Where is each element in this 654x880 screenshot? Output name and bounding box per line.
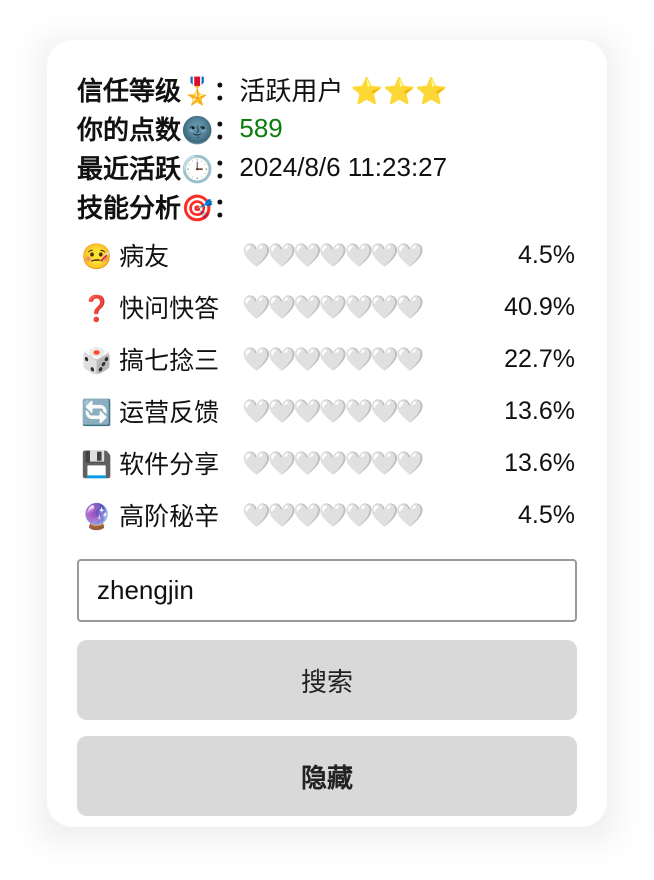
skill-name: 🤒 病友 — [81, 243, 170, 271]
heart-rating: 🤍🤍🤍🤍🤍🤍🤍 — [242, 397, 424, 424]
points-row: 你的点数🌚： 589 — [77, 109, 577, 148]
skill-row: 💾 软件分享 🤍🤍🤍🤍🤍🤍🤍 13.6% — [77, 437, 577, 489]
skill-row: ❓ 快问快答 🤍🤍🤍🤍🤍🤍🤍 40.9% — [77, 281, 577, 333]
skill-analysis-label: 技能分析🎯： — [77, 193, 240, 223]
skill-name: 💾 软件分享 — [81, 451, 220, 479]
dice-icon: 🎲 — [81, 347, 113, 375]
crystal-ball-icon: 🔮 — [81, 503, 113, 531]
heart-rating: 🤍🤍🤍🤍🤍🤍🤍 — [242, 449, 424, 476]
skill-name: 🔄 运营反馈 — [81, 399, 220, 427]
points-label: 你的点数🌚： — [77, 115, 240, 145]
heart-rating: 🤍🤍🤍🤍🤍🤍🤍 — [242, 293, 424, 320]
floppy-disk-icon: 💾 — [81, 451, 113, 479]
trust-level-label: 信任等级🎖️： — [77, 76, 240, 106]
skill-name: 🎲 搞七捻三 — [81, 347, 220, 375]
heart-rating: 🤍🤍🤍🤍🤍🤍🤍 — [242, 345, 424, 372]
recent-active-row: 最近活跃🕒： 2024/8/6 11:23:27 — [77, 148, 577, 187]
trust-level-row: 信任等级🎖️： 活跃用户 ⭐⭐⭐ — [77, 70, 577, 109]
user-info-card: 信任等级🎖️： 活跃用户 ⭐⭐⭐ 你的点数🌚： 589 最近活跃🕒： 2024/… — [47, 40, 607, 827]
skill-name: 🔮 高阶秘辛 — [81, 503, 220, 531]
skill-percent: 4.5% — [518, 240, 575, 269]
recent-active-label: 最近活跃🕒： — [77, 154, 240, 184]
skill-name: ❓ 快问快答 — [81, 295, 220, 323]
skill-row: 🔄 运营反馈 🤍🤍🤍🤍🤍🤍🤍 13.6% — [77, 385, 577, 437]
trust-level-value: 活跃用户 ⭐⭐⭐ — [239, 76, 448, 106]
points-value: 589 — [239, 113, 283, 143]
skill-row: 🎲 搞七捻三 🤍🤍🤍🤍🤍🤍🤍 22.7% — [77, 333, 577, 385]
skill-row: 🔮 高阶秘辛 🤍🤍🤍🤍🤍🤍🤍 4.5% — [77, 489, 577, 541]
skill-percent: 13.6% — [504, 448, 575, 477]
skill-list: 🤒 病友 🤍🤍🤍🤍🤍🤍🤍 4.5% ❓ 快问快答 🤍🤍🤍🤍🤍🤍🤍 40.9% 🎲… — [77, 229, 577, 541]
skill-row: 🤒 病友 🤍🤍🤍🤍🤍🤍🤍 4.5% — [77, 229, 577, 281]
recent-active-value: 2024/8/6 11:23:27 — [239, 152, 448, 182]
skill-percent: 40.9% — [504, 292, 575, 321]
hide-button[interactable]: 隐藏 — [77, 736, 577, 816]
skill-analysis-row: 技能分析🎯： — [77, 187, 577, 226]
search-input[interactable]: zhengjin — [77, 559, 577, 622]
search-button[interactable]: 搜索 — [77, 640, 577, 720]
refresh-icon: 🔄 — [81, 399, 113, 427]
skill-percent: 13.6% — [504, 396, 575, 425]
sick-face-icon: 🤒 — [81, 243, 113, 271]
question-mark-icon: ❓ — [81, 295, 113, 323]
heart-rating: 🤍🤍🤍🤍🤍🤍🤍 — [242, 501, 424, 528]
skill-percent: 22.7% — [504, 344, 575, 373]
skill-percent: 4.5% — [518, 500, 575, 529]
heart-rating: 🤍🤍🤍🤍🤍🤍🤍 — [242, 241, 424, 268]
